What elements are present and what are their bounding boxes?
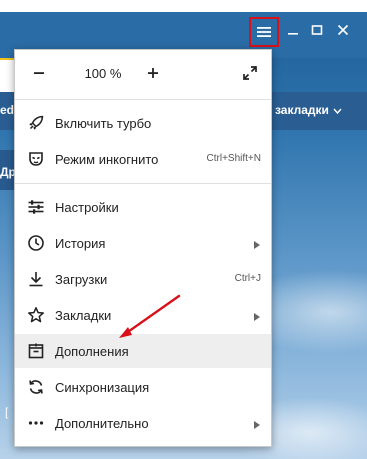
zoom-row: 100 %	[15, 50, 271, 98]
menu-item-label: Дополнения	[55, 344, 129, 359]
menu-item-label: Загрузки	[55, 272, 108, 287]
bookmarks-menu-button[interactable]: закладки	[275, 103, 342, 117]
minimize-button[interactable]	[284, 23, 302, 41]
menu-item-label: История	[55, 236, 106, 251]
menu-item-history[interactable]: История	[15, 226, 271, 260]
top-margin	[0, 0, 367, 12]
menu-item-sync[interactable]: Синхронизация	[15, 370, 271, 404]
zoom-in-button[interactable]	[143, 63, 163, 83]
incognito-mask-icon	[27, 150, 45, 168]
menu-item-label: Режим инкогнито	[55, 152, 159, 167]
menu-item-label: Закладки	[55, 308, 112, 323]
zoom-level: 100 %	[84, 66, 122, 81]
menu-item-more[interactable]: Дополнительно	[15, 406, 271, 440]
bookmarks-menu-label: закладки	[275, 103, 329, 117]
browser-main-menu: 100 % Включить турбо Режим инкогнито Ctr…	[14, 49, 272, 447]
maximize-button[interactable]	[308, 23, 326, 41]
chevron-down-icon	[333, 106, 342, 116]
menu-item-label: Синхронизация	[55, 380, 150, 395]
hamburger-icon	[257, 26, 271, 38]
minimize-icon	[287, 23, 299, 41]
menu-item-label: Настройки	[55, 200, 119, 215]
download-icon	[27, 270, 45, 288]
browser-menu-button[interactable]	[249, 17, 279, 47]
plus-icon	[148, 68, 158, 78]
menu-divider	[15, 99, 271, 100]
close-icon	[337, 23, 349, 41]
menu-item-incognito[interactable]: Режим инкогнито Ctrl+Shift+N	[15, 142, 271, 176]
submenu-arrow-icon	[253, 237, 261, 249]
maximize-icon	[311, 23, 323, 41]
menu-item-label: Включить турбо	[55, 116, 152, 131]
submenu-arrow-icon	[253, 417, 261, 429]
zoom-out-button[interactable]	[29, 63, 49, 83]
sync-icon	[27, 378, 45, 396]
submenu-arrow-icon	[253, 309, 261, 321]
menu-item-settings[interactable]: Настройки	[15, 190, 271, 224]
minus-icon	[34, 72, 44, 74]
extensions-icon	[27, 342, 45, 360]
menu-item-turbo[interactable]: Включить турбо	[15, 106, 271, 140]
fullscreen-icon	[243, 66, 257, 80]
clock-icon	[27, 234, 45, 252]
background-fragment: [	[5, 405, 9, 419]
bookmark-fragment: ed	[0, 103, 15, 117]
more-dots-icon	[27, 414, 45, 432]
menu-item-downloads[interactable]: Загрузки Ctrl+J	[15, 262, 271, 296]
star-icon	[27, 306, 45, 324]
annotation-arrow-icon	[119, 294, 181, 338]
menu-item-shortcut: Ctrl+J	[234, 273, 261, 284]
fullscreen-button[interactable]	[239, 62, 261, 84]
address-bar-edge	[0, 58, 14, 92]
close-button[interactable]	[334, 23, 352, 41]
rocket-icon	[27, 114, 45, 132]
menu-item-shortcut: Ctrl+Shift+N	[206, 153, 261, 164]
menu-item-label: Дополнительно	[55, 416, 149, 431]
settings-sliders-icon	[27, 198, 45, 216]
menu-divider	[15, 183, 271, 184]
